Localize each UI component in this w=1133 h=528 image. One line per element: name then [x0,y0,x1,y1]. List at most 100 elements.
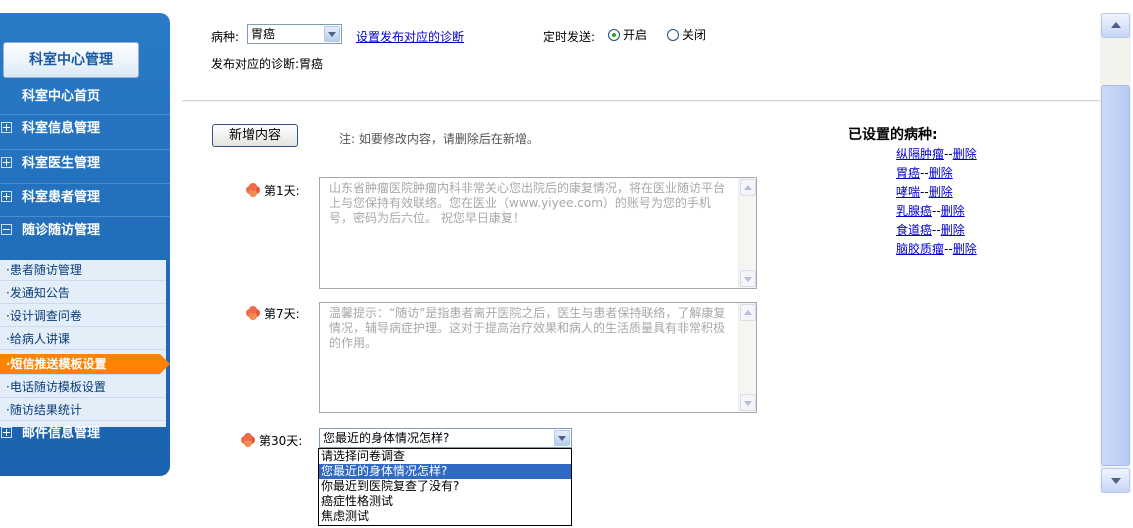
expand-plus-icon[interactable] [1,157,12,168]
radio-on-icon[interactable] [608,29,620,41]
day1-label-text: 第1天: [264,184,300,198]
diagnosis-label: 发布对应的诊断: [211,57,300,71]
delete-link[interactable]: 删除 [941,223,965,237]
add-content-button[interactable]: 新增内容 [212,124,298,147]
dropdown-option-selected[interactable]: 您最近的身体情况怎样? [319,464,571,479]
scroll-down-icon[interactable] [740,270,756,287]
separator: -- [932,223,941,237]
separator: -- [944,147,953,161]
scroll-down-icon[interactable] [1101,468,1130,493]
sidebar-title[interactable]: 科室中心管理 [3,42,139,78]
configured-item: 纵隔肿瘤--删除 [896,145,977,162]
diagnosis-value: 胃癌 [299,57,324,71]
day7-label: 第7天: [246,305,300,322]
disease-link[interactable]: 胃癌 [896,166,920,180]
sidebar-item-label: 邮件信息管理 [22,426,101,441]
configured-item: 食道癌--删除 [896,221,965,238]
separator: -- [944,242,953,256]
textarea-scrollbar[interactable] [738,178,756,288]
sidebar-item-label: 科室信息管理 [22,121,101,136]
submenu-item-patient-followup[interactable]: ·患者随访管理 [0,260,166,281]
dropdown-option[interactable]: 你最近到医院复查了没有? [319,479,571,494]
sidebar-item-home[interactable]: 科室中心首页 [0,83,170,111]
delete-link[interactable]: 删除 [953,147,977,161]
set-diagnosis-link[interactable]: 设置发布对应的诊断 [356,28,464,45]
delete-link[interactable]: 删除 [953,242,977,256]
sidebar-item-label: 科室医生管理 [22,156,101,171]
scroll-up-icon[interactable] [740,304,756,321]
radio-on-option[interactable]: 开启 [608,26,647,43]
sidebar-item-dept-patients[interactable]: 科室患者管理 [0,183,170,211]
day30-label-text: 第30天: [259,434,303,448]
scroll-down-icon[interactable] [740,394,756,411]
separator: -- [920,185,929,199]
sidebar-item-dept-info[interactable]: 科室信息管理 [0,114,170,142]
disease-link[interactable]: 脑胶质瘤 [896,242,944,256]
submenu-item-lecture[interactable]: ·给病人讲课 [0,329,166,350]
day30-survey-dropdown: 请选择问卷调查 您最近的身体情况怎样? 你最近到医院复查了没有? 癌症性格测试 … [318,448,572,526]
day30-select-value: 您最近的身体情况怎样? [323,431,450,445]
page-scrollbar[interactable] [1100,13,1131,493]
submenu-item-survey[interactable]: ·设计调查问卷 [0,306,166,327]
sidebar: 科室中心管理 科室中心首页 科室信息管理 科室医生管理 科室患者管理 随诊随访管… [0,13,170,476]
expand-plus-icon[interactable] [1,427,12,438]
separator: -- [920,166,929,180]
edit-note: 注: 如要修改内容，请删除后在新增。 [339,132,539,146]
disease-link[interactable]: 纵隔肿瘤 [896,147,944,161]
radio-off-icon[interactable] [667,29,679,41]
submenu-item-statistics[interactable]: ·随访结果统计 [0,400,166,421]
day30-label: 第30天: [241,432,302,449]
dropdown-option[interactable]: 焦虑测试 [319,509,571,524]
divider [182,100,1100,102]
expand-plus-icon[interactable] [1,191,12,202]
submenu-item-notice[interactable]: ·发通知公告 [0,283,166,304]
day7-textarea[interactable]: 温馨提示：“随访”是指患者离开医院之后，医生与患者保持联络，了解康复情况，辅导病… [319,302,757,413]
sidebar-item-label: 随诊随访管理 [22,223,101,238]
day1-text: 山东省肿瘤医院肿瘤内科非常关心您出院后的康复情况，将在医业随访平台上与您保持有效… [329,181,726,225]
day1-textarea[interactable]: 山东省肿瘤医院肿瘤内科非常关心您出院后的康复情况，将在医业随访平台上与您保持有效… [319,177,757,289]
scrollbar-thumb[interactable] [1101,85,1130,466]
flower-icon [241,433,255,446]
configured-item: 脑胶质瘤--删除 [896,240,977,257]
delete-link[interactable]: 删除 [941,204,965,218]
radio-on-label: 开启 [623,28,648,42]
delete-link[interactable]: 删除 [929,185,953,199]
chevron-down-icon[interactable] [554,430,570,446]
disease-link[interactable]: 哮喘 [896,185,920,199]
dropdown-option[interactable]: 请选择问卷调查 [319,449,571,464]
flower-icon [246,183,260,196]
day7-label-text: 第7天: [264,307,300,321]
disease-select[interactable]: 胃癌 [247,24,342,44]
delete-link[interactable]: 删除 [929,166,953,180]
scroll-up-icon[interactable] [1101,13,1130,38]
disease-link[interactable]: 食道癌 [896,223,932,237]
scroll-up-icon[interactable] [740,179,756,196]
expand-plus-icon[interactable] [1,122,12,133]
textarea-scrollbar[interactable] [738,303,756,412]
chevron-down-icon[interactable] [324,26,340,42]
timed-send-label: 定时发送: [543,30,596,44]
flower-icon [246,306,260,319]
sidebar-item-mail[interactable]: 邮件信息管理 [0,420,170,448]
configured-item: 哮喘--删除 [896,183,953,200]
sidebar-item-followup[interactable]: 随诊随访管理 [0,216,170,244]
disease-label: 病种: [211,30,240,44]
submenu-item-sms-template[interactable]: ·短信推送模板设置 [0,354,170,375]
day30-survey-select[interactable]: 您最近的身体情况怎样? [319,428,572,448]
sidebar-submenu: ·患者随访管理 ·发通知公告 ·设计调查问卷 ·给病人讲课 ·短信推送模板设置 … [0,260,170,427]
dropdown-option[interactable]: 癌症性格测试 [319,494,571,509]
configured-title: 已设置的病种: [848,127,938,143]
separator: -- [932,204,941,218]
day1-label: 第1天: [246,182,300,199]
radio-off-option[interactable]: 关闭 [667,26,706,43]
sidebar-item-label: 科室患者管理 [22,190,101,205]
day7-text: 温馨提示：“随访”是指患者离开医院之后，医生与患者保持联络，了解康复情况，辅导病… [329,306,726,350]
disease-link[interactable]: 乳腺癌 [896,204,932,218]
diagnosis-info: 发布对应的诊断:胃癌 [211,55,323,72]
submenu-item-phone-template[interactable]: ·电话随访模板设置 [0,377,166,398]
configured-item: 胃癌--删除 [896,164,953,181]
collapse-minus-icon[interactable] [1,224,12,235]
configured-item: 乳腺癌--删除 [896,202,965,219]
disease-select-value: 胃癌 [251,27,276,41]
sidebar-item-dept-doctors[interactable]: 科室医生管理 [0,149,170,177]
